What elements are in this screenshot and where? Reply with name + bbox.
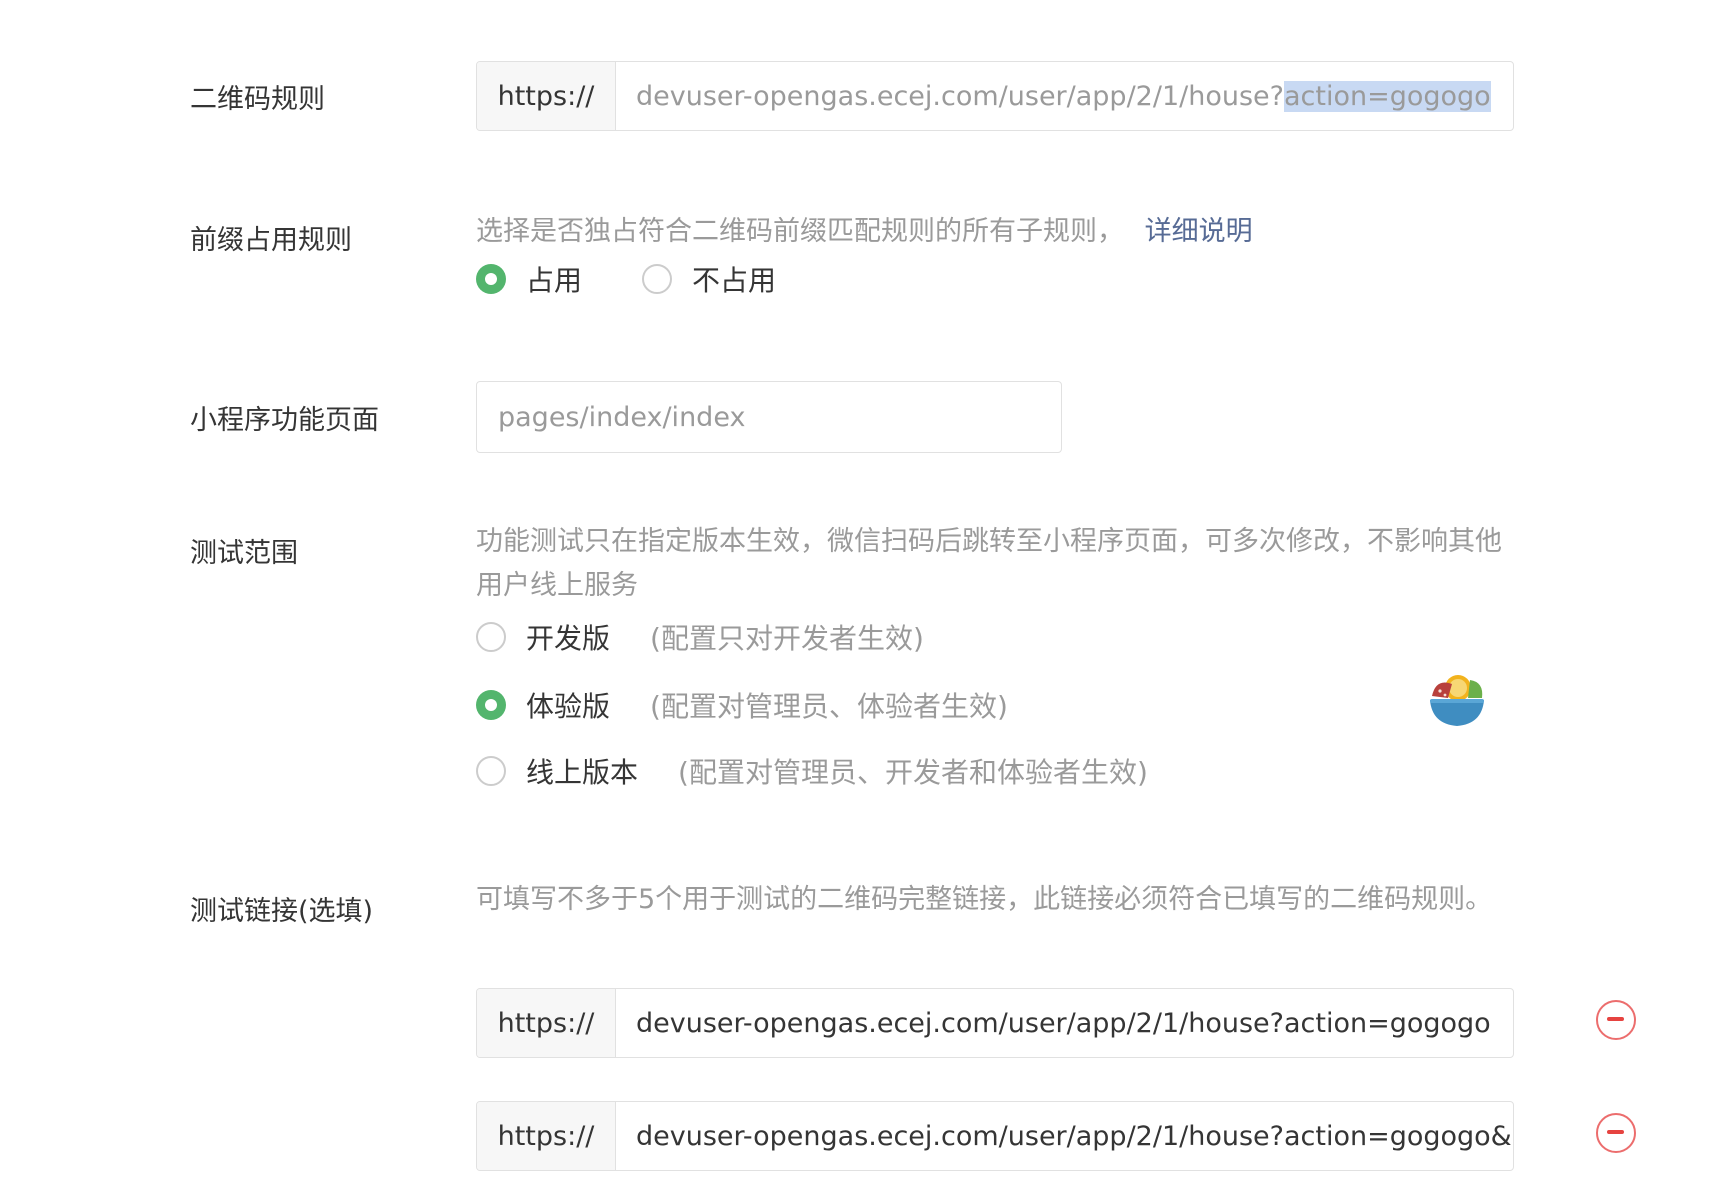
page-path-input[interactable] <box>476 381 1062 453</box>
radio-trial-version[interactable]: 体验版 (配置对管理员、体验者生效) <box>476 685 1008 725</box>
radio-online-version-note: (配置对管理员、开发者和体验者生效) <box>678 756 1148 789</box>
salad-bowl-icon <box>1430 675 1484 726</box>
test-links-hint: 可填写不多于5个用于测试的二维码完整链接，此链接必须符合已填写的二维码规则。 <box>476 884 1493 915</box>
test-link-field-2[interactable]: https:// devuser-opengas.ecej.com/user/a… <box>476 1101 1514 1171</box>
test-link-2-prefix: https:// <box>477 1102 616 1170</box>
test-link-1-prefix: https:// <box>477 989 616 1057</box>
qr-rule-url-text: devuser-opengas.ecej.com/user/app/2/1/ho… <box>636 80 1284 112</box>
test-links-label: 测试链接(选填) <box>190 896 374 927</box>
test-link-field-1[interactable]: https:// devuser-opengas.ecej.com/user/a… <box>476 988 1514 1058</box>
prefix-rule-hint: 选择是否独占符合二维码前缀匹配规则的所有子规则， 详细说明 <box>476 210 1516 254</box>
radio-online-version[interactable]: 线上版本 (配置对管理员、开发者和体验者生效) <box>476 751 1148 791</box>
test-link-2-text: devuser-opengas.ecej.com/user/app/2/1/ho… <box>636 1120 1513 1152</box>
test-link-2-input[interactable]: devuser-opengas.ecej.com/user/app/2/1/ho… <box>616 1102 1513 1170</box>
qr-rule-prefix: https:// <box>477 62 616 130</box>
prefix-rule-label: 前缀占用规则 <box>190 225 352 256</box>
qr-rule-input[interactable]: devuser-opengas.ecej.com/user/app/2/1/ho… <box>616 62 1513 130</box>
qr-rule-label: 二维码规则 <box>190 84 325 115</box>
radio-dev-version-note: (配置只对开发者生效) <box>650 622 924 655</box>
remove-link-1-button[interactable] <box>1596 1000 1636 1040</box>
radio-trial-version-indicator[interactable] <box>476 690 506 720</box>
radio-not-occupy[interactable]: 不占用 <box>642 259 776 299</box>
radio-occupy-label: 占用 <box>526 264 583 297</box>
test-scope-hint: 功能测试只在指定版本生效，微信扫码后跳转至小程序页面，可多次修改，不影响其他用户… <box>476 526 1502 601</box>
remove-link-2-button[interactable] <box>1596 1113 1636 1153</box>
radio-dev-version-indicator[interactable] <box>476 622 506 652</box>
test-scope-label: 测试范围 <box>190 538 298 569</box>
prefix-rule-hint-text: 选择是否独占符合二维码前缀匹配规则的所有子规则， <box>476 216 1124 247</box>
details-link[interactable]: 详细说明 <box>1145 216 1253 247</box>
radio-dev-version[interactable]: 开发版 (配置只对开发者生效) <box>476 617 924 657</box>
radio-occupy[interactable]: 占用 <box>476 259 582 299</box>
radio-not-occupy-indicator[interactable] <box>642 264 672 294</box>
page-path-label: 小程序功能页面 <box>190 405 379 436</box>
radio-dev-version-label: 开发版 <box>526 622 611 655</box>
qr-rule-field[interactable]: https:// devuser-opengas.ecej.com/user/a… <box>476 61 1514 131</box>
radio-online-version-label: 线上版本 <box>526 756 639 789</box>
radio-not-occupy-label: 不占用 <box>692 264 777 297</box>
radio-trial-version-label: 体验版 <box>526 690 611 723</box>
qr-rule-url-selection: action=gogogo <box>1283 80 1491 112</box>
radio-occupy-indicator[interactable] <box>476 264 506 294</box>
radio-trial-version-note: (配置对管理员、体验者生效) <box>650 690 1008 723</box>
radio-online-version-indicator[interactable] <box>476 756 506 786</box>
test-link-1-input[interactable]: devuser-opengas.ecej.com/user/app/2/1/ho… <box>616 989 1513 1057</box>
